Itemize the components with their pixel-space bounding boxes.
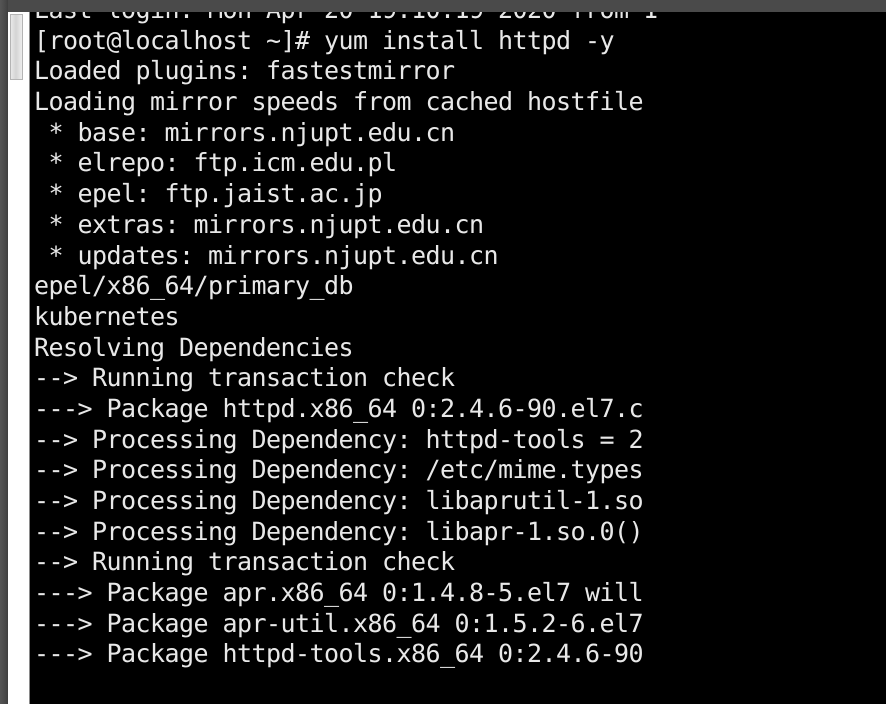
- terminal-window: Last login: Mon Apr 20 19:10:19 2020 fro…: [0, 0, 886, 704]
- terminal-line: --> Processing Dependency: httpd-tools =…: [34, 424, 644, 454]
- terminal-line: --> Processing Dependency: libaprutil-1.…: [34, 486, 644, 515]
- terminal-line: kubernetes: [34, 301, 180, 331]
- terminal-line: * extras: mirrors.njupt.edu.cn: [34, 209, 485, 239]
- terminal-line: --> Processing Dependency: libapr-1.so.0…: [34, 516, 644, 546]
- terminal-line: --> Running transaction check: [34, 547, 455, 577]
- terminal-line: epel/x86_64/primary_db: [34, 271, 354, 301]
- terminal-line: ---> Package httpd.x86_64 0:2.4.6-90.el7…: [34, 393, 644, 423]
- terminal-line: ---> Package httpd-tools.x86_64 0:2.4.6-…: [34, 639, 644, 669]
- terminal-line: Last login: Mon Apr 20 19:10:19 2020 fro…: [34, 12, 886, 26]
- terminal-line: ---> Package apr.x86_64 0:1.4.8-5.el7 wi…: [34, 578, 644, 608]
- vertical-scrollbar[interactable]: [8, 12, 30, 704]
- window-frame-top: [0, 0, 886, 12]
- terminal-line: Resolving Dependencies: [34, 332, 354, 362]
- scrollbar-thumb[interactable]: [10, 14, 23, 80]
- terminal-line: ---> Package apr-util.x86_64 0:1.5.2-6.e…: [34, 608, 644, 638]
- window-frame-left: [0, 0, 8, 704]
- terminal-line: Loaded plugins: fastestmirror: [34, 56, 455, 86]
- terminal-line: --> Running transaction check: [34, 363, 455, 393]
- terminal-line: * epel: ftp.jaist.ac.jp: [34, 179, 383, 209]
- terminal-line: * elrepo: ftp.icm.edu.pl: [34, 148, 398, 178]
- terminal-line: Loading mirror speeds from cached hostfi…: [34, 87, 644, 117]
- scrollbar-track[interactable]: [8, 12, 29, 704]
- terminal-line: --> Processing Dependency: /etc/mime.typ…: [34, 455, 644, 485]
- terminal-line: * base: mirrors.njupt.edu.cn: [34, 117, 456, 147]
- terminal-text: Last login: Mon Apr 20 19:10:19 2020 fro…: [34, 12, 886, 670]
- terminal-output-area[interactable]: Last login: Mon Apr 20 19:10:19 2020 fro…: [30, 12, 886, 704]
- terminal-line: * updates: mirrors.njupt.edu.cn: [34, 240, 499, 270]
- terminal-line: [root@localhost ~]# yum install httpd -y: [34, 25, 615, 55]
